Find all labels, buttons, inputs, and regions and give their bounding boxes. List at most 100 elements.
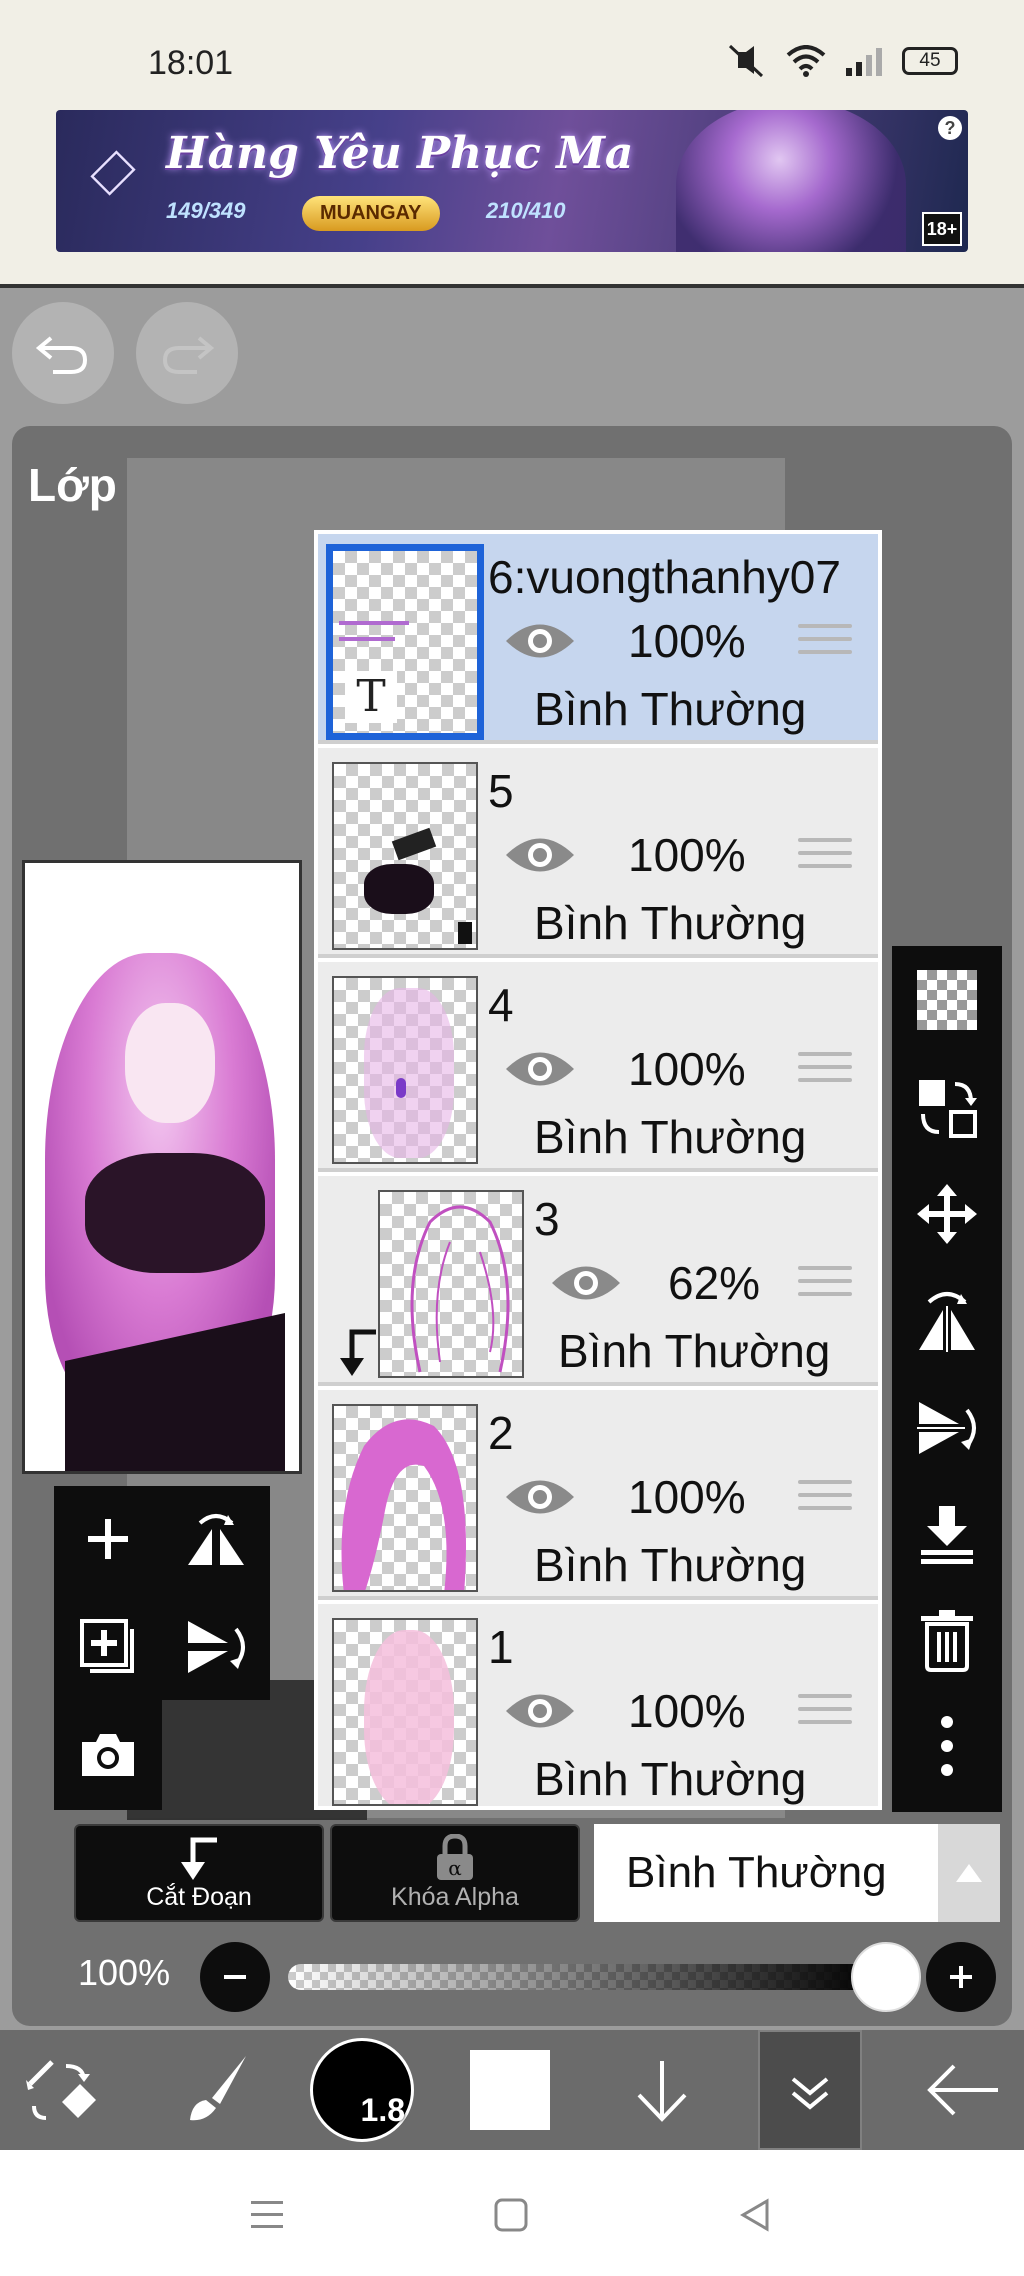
visibility-eye-icon[interactable] <box>502 830 578 880</box>
collapse-icon <box>791 2077 829 2110</box>
merge-down-icon <box>921 1506 973 1564</box>
layer-opacity: 100% <box>628 829 746 881</box>
collapse-button[interactable] <box>758 2030 862 2150</box>
ad-title: Hàng Yêu Phục Ma <box>166 128 634 179</box>
visibility-eye-icon[interactable] <box>502 1044 578 1094</box>
flip-horizontal-icon <box>919 1292 975 1352</box>
back-triangle-icon <box>740 2198 769 2232</box>
layer-name: 2 <box>488 1407 514 1459</box>
layer-opacity: 100% <box>628 1043 746 1095</box>
flip-vertical-button[interactable] <box>892 1378 1002 1478</box>
clipping-button[interactable]: Cắt Đoạn <box>74 1824 324 1922</box>
ad-help-icon[interactable]: ? <box>938 116 962 140</box>
flip-horizontal-button[interactable] <box>892 1272 1002 1372</box>
layer-add-toolbox <box>54 1486 270 1700</box>
layer-row[interactable]: 3 62% Bình Thường <box>318 1176 878 1386</box>
more-icon <box>941 1716 953 1776</box>
move-button[interactable] <box>892 1164 1002 1264</box>
opacity-slider[interactable] <box>288 1964 876 1990</box>
layer-thumbnail <box>332 762 478 950</box>
flip-vertical-layer-icon <box>188 1621 245 1673</box>
text-layer-icon: T <box>345 671 397 723</box>
layer-row[interactable]: 2 100% Bình Thường <box>318 1390 878 1600</box>
more-button[interactable] <box>892 1696 1002 1796</box>
blend-mode-arrow[interactable] <box>938 1824 1000 1922</box>
flip-vertical-icon <box>917 1402 976 1454</box>
triangle-up-icon <box>956 1864 982 1882</box>
visibility-eye-icon[interactable] <box>502 616 578 666</box>
flip-layer-button[interactable] <box>162 1486 270 1592</box>
back-button[interactable] <box>900 2030 1024 2150</box>
canvas-preview[interactable] <box>22 860 302 1474</box>
ad-artwork <box>676 110 906 252</box>
drag-handle-icon[interactable] <box>798 1480 852 1519</box>
clipping-icon <box>181 1837 217 1880</box>
redo-icon <box>162 336 215 374</box>
layer-row[interactable]: 5 100% Bình Thường <box>318 748 878 958</box>
trash-icon <box>921 1610 973 1672</box>
system-nav-bar <box>0 2150 1024 2276</box>
add-canvas-layer-button[interactable] <box>54 1594 162 1700</box>
thumb-shape <box>458 922 472 944</box>
layer-list[interactable]: T 6:vuongthanhy07 100% Bình Thường 5 100… <box>314 530 882 1810</box>
alpha-lock-icon: α <box>437 1834 473 1880</box>
bottom-toolbar: 1.8 <box>0 2030 1024 2150</box>
alpha-lock-button[interactable]: α Khóa Alpha <box>330 1824 580 1922</box>
visibility-eye-icon[interactable] <box>548 1258 624 1308</box>
redo-button[interactable] <box>136 302 238 404</box>
layer-thumbnail <box>332 976 478 1164</box>
clipping-arrow-icon <box>340 1329 376 1376</box>
layer-down-button[interactable] <box>600 2030 724 2150</box>
layer-opacity: 100% <box>628 1471 746 1523</box>
color-button[interactable] <box>448 2030 572 2150</box>
brush-size-indicator: 1.8 <box>310 2038 414 2142</box>
layer-name: 5 <box>488 765 514 817</box>
status-time: 18:01 <box>148 44 234 82</box>
system-back-button[interactable] <box>720 2180 790 2250</box>
transparency-button[interactable] <box>892 950 1002 1050</box>
opacity-slider-handle[interactable] <box>851 1942 921 2012</box>
drag-handle-icon[interactable] <box>798 1694 852 1733</box>
drag-handle-icon[interactable] <box>798 1052 852 1091</box>
mute-icon <box>728 44 764 78</box>
recent-apps-button[interactable] <box>232 2180 302 2250</box>
layer-row[interactable]: 1 100% Bình Thường <box>318 1604 878 1806</box>
layer-opacity: 62% <box>668 1257 761 1309</box>
ad-buy-button[interactable]: MUANGAY <box>302 196 440 231</box>
home-button[interactable] <box>476 2180 546 2250</box>
layer-move-button[interactable] <box>892 1058 1002 1158</box>
tool-switch-button[interactable] <box>0 2030 124 2150</box>
undo-button[interactable] <box>12 302 114 404</box>
blend-mode-select[interactable]: Bình Thường <box>594 1824 938 1922</box>
visibility-eye-icon[interactable] <box>502 1472 578 1522</box>
thumb-text-line <box>339 637 395 641</box>
add-layer-button[interactable] <box>54 1486 162 1592</box>
layer-thumbnail: T <box>326 544 484 740</box>
visibility-eye-icon[interactable] <box>502 1686 578 1736</box>
merge-down-button[interactable] <box>892 1484 1002 1584</box>
layer-row[interactable]: 4 100% Bình Thường <box>318 962 878 1172</box>
ad-banner[interactable]: Hàng Yêu Phục Ma 149/349 MUANGAY 210/410… <box>56 110 968 252</box>
opacity-decrease-button[interactable] <box>200 1942 270 2012</box>
brush-icon <box>190 2056 246 2121</box>
thumb-text-line <box>339 621 409 625</box>
battery-level: 45 <box>919 50 941 71</box>
add-layer-icon <box>88 1519 128 1559</box>
layer-row[interactable]: T 6:vuongthanhy07 100% Bình Thường <box>318 534 878 744</box>
layer-name: 6:vuongthanhy07 <box>488 551 841 603</box>
thumb-shape <box>364 988 454 1158</box>
flip-vertical-layer-button[interactable] <box>162 1594 270 1700</box>
drag-handle-icon[interactable] <box>798 838 852 877</box>
add-canvas-layer-icon <box>80 1619 134 1673</box>
layer-move-icon <box>919 1080 977 1138</box>
drag-handle-icon[interactable] <box>798 624 852 663</box>
brush-button[interactable] <box>154 2030 278 2150</box>
opacity-increase-button[interactable] <box>926 1942 996 2012</box>
brush-size-button[interactable]: 1.8 <box>300 2030 424 2150</box>
drag-handle-icon[interactable] <box>798 1266 852 1305</box>
delete-layer-button[interactable] <box>892 1590 1002 1690</box>
layer-blend-mode: Bình Thường <box>534 1111 807 1163</box>
back-arrow-icon <box>927 2064 998 2116</box>
move-icon <box>917 1184 977 1244</box>
camera-button[interactable] <box>54 1702 162 1808</box>
